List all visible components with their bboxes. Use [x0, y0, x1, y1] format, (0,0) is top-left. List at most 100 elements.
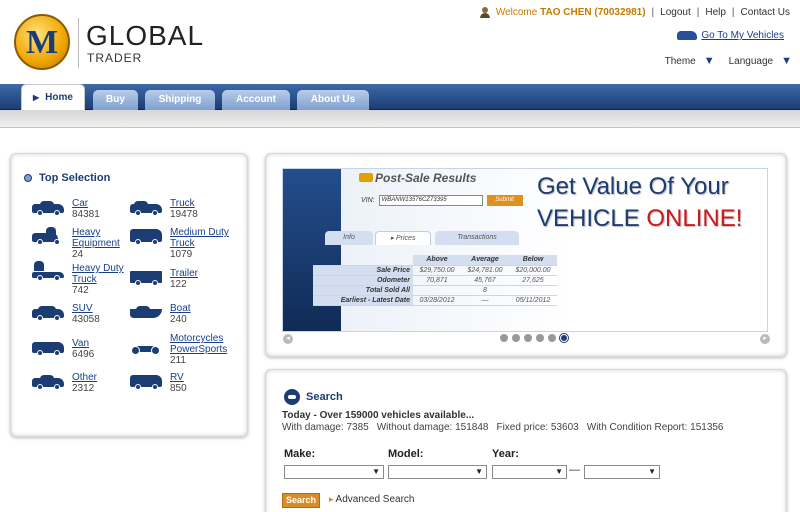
category-link[interactable]: Trailer	[170, 268, 198, 279]
tab-shipping[interactable]: Shipping	[145, 90, 215, 110]
search-button[interactable]: Search	[282, 493, 320, 508]
contact-us-link[interactable]: Contact Us	[741, 7, 790, 18]
category-count: 24	[72, 249, 84, 260]
category-count: 211	[170, 355, 186, 366]
theme-dropdown[interactable]: Theme ▼	[665, 55, 715, 67]
carousel-dot[interactable]	[536, 334, 544, 342]
other-vehicle-icon	[32, 374, 64, 390]
list-item-heavy-equipment: Heavy Equipment 24	[32, 227, 120, 260]
tab-buy[interactable]: Buy	[93, 90, 138, 110]
model-select[interactable]: ▼	[388, 465, 487, 479]
category-link[interactable]: Other	[72, 372, 97, 383]
year-from-select[interactable]: ▼	[492, 465, 567, 479]
tab-account[interactable]: Account	[222, 90, 290, 110]
year-separator: —	[569, 464, 580, 476]
category-count: 2312	[72, 383, 95, 394]
year-label: Year:	[492, 448, 519, 460]
stat-fixed-price: Fixed price: 53603	[496, 422, 579, 433]
welcome-user: TAO CHEN (70032981)	[540, 7, 646, 18]
category-link[interactable]: RV	[170, 372, 187, 383]
list-item-car: Car 84381	[32, 198, 100, 220]
category-count: 6496	[72, 349, 95, 360]
list-item-truck: Truck 19478	[130, 198, 198, 220]
category-count: 850	[170, 383, 187, 394]
top-links: Welcome TAO CHEN (70032981) | Logout | Hel…	[479, 7, 790, 18]
list-item-suv: SUV 43058	[32, 303, 100, 325]
list-item-other: Other 2312	[32, 372, 97, 394]
list-item-van: Van 6496	[32, 338, 94, 360]
language-dropdown[interactable]: Language ▼	[729, 55, 792, 67]
category-link[interactable]: Medium Duty Truck	[170, 227, 229, 249]
category-count: 240	[170, 314, 187, 325]
manheim-logo-icon[interactable]: M	[14, 14, 70, 70]
vehicles-available-text: Today - Over 159000 vehicles available..…	[282, 410, 475, 421]
carousel-dot[interactable]	[512, 334, 520, 342]
category-link[interactable]: Boat	[170, 303, 191, 314]
chevron-down-icon: ▼	[475, 467, 483, 476]
category-link[interactable]: Car	[72, 198, 100, 209]
motorcycle-icon	[130, 339, 162, 355]
category-count: 43058	[72, 314, 100, 325]
banner-title: Post-Sale Results	[375, 171, 477, 185]
bullet-icon	[24, 174, 32, 182]
pickup-truck-icon	[130, 200, 162, 216]
category-link[interactable]: Heavy Equipment	[72, 227, 120, 249]
banner-tab-prices: ▸ Prices	[375, 231, 431, 245]
tab-about-us[interactable]: About Us	[297, 90, 369, 110]
carousel-dot[interactable]	[548, 334, 556, 342]
go-to-my-vehicles-link[interactable]: Go To My Vehicles	[677, 30, 784, 41]
logout-link[interactable]: Logout	[660, 7, 691, 18]
category-link[interactable]: Van	[72, 338, 94, 349]
trailer-icon	[130, 270, 162, 286]
year-to-select[interactable]: ▼	[584, 465, 660, 479]
banner-tab-info: Info	[325, 231, 373, 245]
carousel-dots	[500, 334, 568, 342]
list-item-medium-duty-truck: Medium Duty Truck 1079	[130, 227, 229, 260]
banner-prev-arrow-icon[interactable]: ◂	[283, 334, 293, 344]
main-nav: ▶ Home Buy Shipping Account About Us	[0, 84, 800, 112]
logo-title: GLOBAL	[86, 20, 205, 51]
carousel-dot-active[interactable]	[560, 334, 568, 342]
rv-icon	[130, 374, 162, 390]
stat-with-damage: With damage: 7385	[282, 422, 369, 433]
banner-tab-transactions: Transactions	[435, 231, 519, 245]
semi-truck-icon	[32, 261, 64, 281]
help-link[interactable]: Help	[705, 7, 726, 18]
top-selection-heading: Top Selection	[24, 172, 110, 184]
box-truck-icon	[130, 229, 162, 245]
chevron-down-icon: ▼	[555, 467, 563, 476]
carousel-dot[interactable]	[524, 334, 532, 342]
excavator-icon	[32, 227, 64, 245]
vin-row: VIN: WBANW13576CZ73395 Submit	[361, 195, 523, 206]
car-icon	[359, 173, 373, 182]
list-item-heavy-duty-truck: Heavy Duty Truck 742	[32, 261, 124, 296]
category-link[interactable]: Truck	[170, 198, 198, 209]
make-select[interactable]: ▼	[284, 465, 384, 479]
logo-divider	[78, 18, 79, 68]
category-link[interactable]: SUV	[72, 303, 100, 314]
banner-next-arrow-icon[interactable]: ▸	[760, 334, 770, 344]
advanced-search-link[interactable]: ▸ Advanced Search	[329, 494, 414, 505]
make-label: Make:	[284, 448, 316, 460]
carousel-dot[interactable]	[500, 334, 508, 342]
search-stats: With damage: 7385 Without damage: 151848…	[282, 422, 724, 433]
submit-button: Submit	[486, 195, 523, 206]
chevron-down-icon: ▼	[648, 467, 656, 476]
category-link[interactable]: Motorcycles PowerSports	[170, 333, 227, 355]
post-sale-results-banner[interactable]: Post-Sale Results VIN: WBANW13576CZ73395…	[282, 168, 768, 332]
category-count: 122	[170, 279, 187, 290]
list-item-rv: RV 850	[130, 372, 187, 394]
nav-strip	[0, 110, 800, 128]
category-link[interactable]: Heavy Duty Truck	[72, 263, 124, 285]
chevron-right-icon: ▸	[329, 494, 334, 504]
category-count: 742	[72, 285, 89, 296]
search-car-icon	[284, 389, 300, 405]
category-count: 19478	[170, 209, 198, 220]
car-icon	[677, 31, 698, 40]
search-heading: Search	[284, 389, 343, 405]
list-item-trailer: Trailer 122	[130, 268, 198, 290]
logo-subtitle: TRADER	[87, 51, 143, 65]
chevron-down-icon: ▼	[703, 55, 715, 67]
van-icon	[32, 340, 64, 356]
tab-home[interactable]: ▶ Home	[21, 84, 85, 112]
